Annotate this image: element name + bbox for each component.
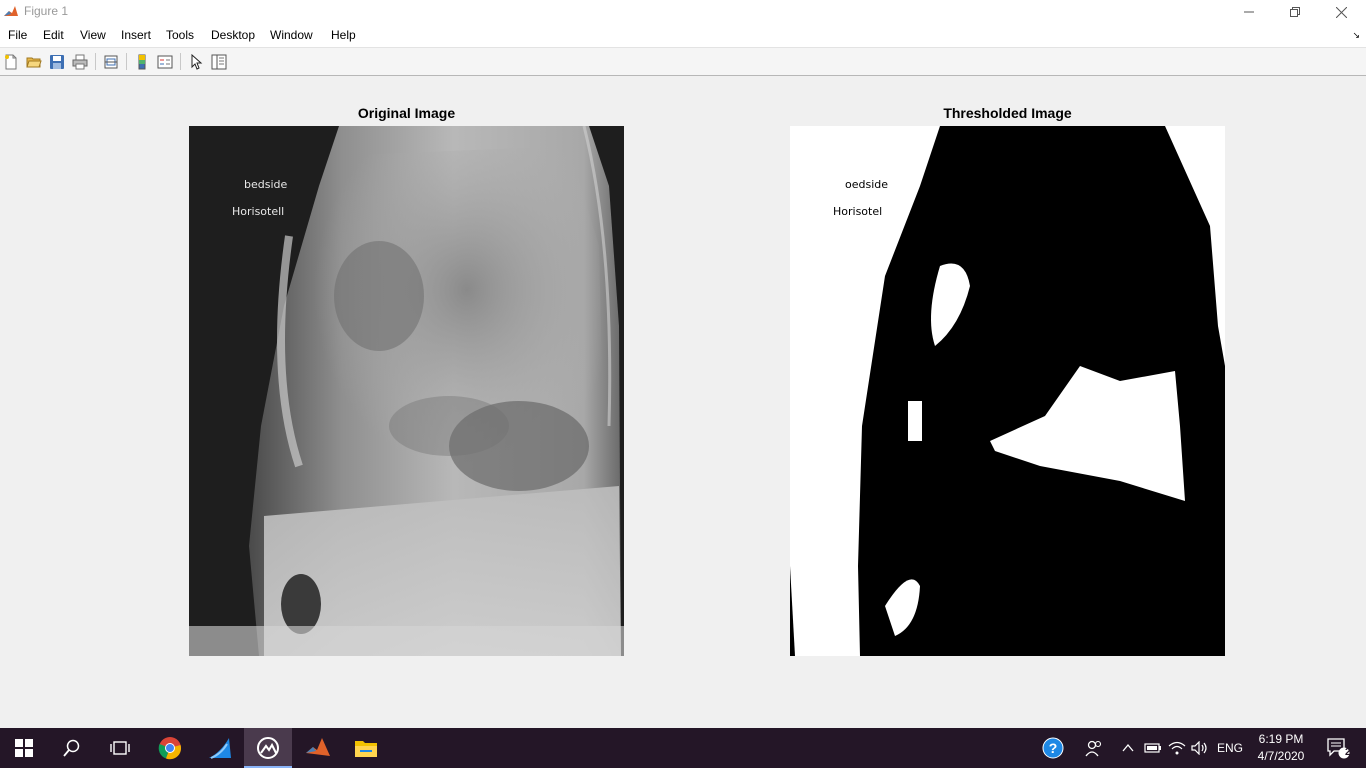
chrome-icon bbox=[158, 737, 181, 760]
file-explorer-icon bbox=[355, 741, 377, 757]
matlab-app-icon bbox=[3, 4, 19, 20]
original-image-title: Original Image bbox=[357, 105, 456, 121]
battery-tray-button[interactable] bbox=[1142, 728, 1164, 768]
figure-toolbar bbox=[0, 48, 1366, 76]
task-view-button[interactable] bbox=[96, 728, 144, 768]
toolbar-separator bbox=[180, 53, 181, 70]
menu-tools[interactable]: Tools bbox=[166, 28, 194, 42]
clock[interactable]: 6:19 PM 4/7/2020 bbox=[1251, 731, 1311, 765]
menu-bar: File Edit View Insert Tools Desktop Wind… bbox=[0, 24, 1366, 48]
shark-app-icon bbox=[209, 738, 231, 759]
search-icon bbox=[63, 739, 80, 757]
thresholded-image-axes[interactable]: oedside Horisotel bbox=[790, 126, 1225, 656]
restore-icon bbox=[1290, 7, 1300, 17]
start-button[interactable] bbox=[0, 728, 48, 768]
battery-icon bbox=[1144, 743, 1161, 753]
toolbar-separator bbox=[126, 53, 127, 70]
link-plot-icon bbox=[104, 55, 118, 69]
svg-text:?: ? bbox=[1049, 740, 1058, 756]
clock-date: 4/7/2020 bbox=[1257, 749, 1305, 763]
overlay-text-bedside: bedside bbox=[244, 178, 288, 191]
menu-help[interactable]: Help bbox=[331, 28, 356, 42]
insert-legend-button[interactable] bbox=[155, 52, 175, 72]
insert-legend-icon bbox=[157, 55, 173, 69]
new-figure-icon bbox=[5, 54, 17, 70]
toolbar-separator bbox=[95, 53, 96, 70]
language-indicator[interactable]: ENG bbox=[1212, 728, 1248, 768]
people-icon bbox=[1085, 740, 1102, 757]
notification-count-badge: 2 bbox=[1345, 747, 1351, 758]
title-bar: Figure 1 bbox=[0, 0, 1366, 24]
figure-canvas: Original Image bedside Horisotell Thresh… bbox=[0, 76, 1366, 728]
thresholded-image-title: Thresholded Image bbox=[943, 105, 1072, 121]
save-icon bbox=[50, 55, 64, 69]
overlay-text-horisotell: Horisotell bbox=[232, 205, 285, 218]
original-image-axes[interactable]: bedside Horisotell bbox=[189, 126, 624, 656]
menu-desktop[interactable]: Desktop bbox=[211, 28, 255, 42]
minimize-icon bbox=[1244, 11, 1254, 13]
matlab-figure-taskbar-button[interactable] bbox=[244, 728, 292, 768]
people-tray-button[interactable] bbox=[1082, 728, 1106, 768]
chrome-taskbar-button[interactable] bbox=[146, 728, 194, 768]
minimize-button[interactable] bbox=[1226, 0, 1272, 24]
windows-start-icon bbox=[15, 739, 33, 757]
print-icon bbox=[72, 54, 88, 70]
open-file-icon bbox=[26, 57, 42, 68]
help-tray-button[interactable]: ? bbox=[1040, 728, 1066, 768]
close-button[interactable] bbox=[1318, 0, 1364, 24]
overlay-text-horisotel: Horisotel bbox=[833, 205, 883, 218]
matlab-taskbar-button[interactable] bbox=[294, 728, 342, 768]
matlab-figure-icon bbox=[257, 737, 279, 759]
close-icon bbox=[1335, 6, 1347, 18]
print-button[interactable] bbox=[70, 52, 90, 72]
task-view-icon bbox=[110, 741, 130, 755]
windows-taskbar: ? ENG 6:19 PM 4/7/2020 2 bbox=[0, 728, 1366, 768]
restore-button[interactable] bbox=[1272, 0, 1318, 24]
edit-plot-arrow-icon bbox=[191, 54, 203, 70]
insert-colorbar-icon bbox=[138, 54, 146, 70]
menu-file[interactable]: File bbox=[8, 28, 27, 42]
shark-app-taskbar-button[interactable] bbox=[196, 728, 244, 768]
wifi-tray-button[interactable] bbox=[1166, 728, 1188, 768]
wifi-icon bbox=[1168, 741, 1186, 755]
chevron-up-icon bbox=[1122, 744, 1134, 752]
volume-tray-button[interactable] bbox=[1189, 728, 1211, 768]
save-button[interactable] bbox=[47, 52, 67, 72]
speaker-icon bbox=[1191, 741, 1207, 755]
insert-colorbar-button[interactable] bbox=[132, 52, 152, 72]
menu-edit[interactable]: Edit bbox=[43, 28, 64, 42]
dock-figure-icon[interactable]: ↘ bbox=[1352, 30, 1360, 41]
search-button[interactable] bbox=[48, 728, 96, 768]
link-plot-button[interactable] bbox=[101, 52, 121, 72]
show-hidden-icons-button[interactable] bbox=[1118, 728, 1138, 768]
menu-insert[interactable]: Insert bbox=[121, 28, 151, 42]
file-explorer-taskbar-button[interactable] bbox=[342, 728, 390, 768]
window-title: Figure 1 bbox=[24, 4, 69, 18]
action-center-button[interactable]: 2 bbox=[1318, 728, 1358, 768]
new-figure-button[interactable] bbox=[1, 52, 21, 72]
edit-plot-button[interactable] bbox=[186, 52, 206, 72]
open-file-button[interactable] bbox=[24, 52, 44, 72]
menu-window[interactable]: Window bbox=[270, 28, 313, 42]
clock-time: 6:19 PM bbox=[1258, 732, 1304, 746]
property-inspector-icon bbox=[211, 54, 227, 70]
property-inspector-button[interactable] bbox=[209, 52, 229, 72]
overlay-text-oedside: oedside bbox=[845, 178, 889, 191]
matlab-icon bbox=[306, 738, 330, 756]
menu-view[interactable]: View bbox=[80, 28, 106, 42]
help-icon: ? bbox=[1042, 737, 1064, 759]
